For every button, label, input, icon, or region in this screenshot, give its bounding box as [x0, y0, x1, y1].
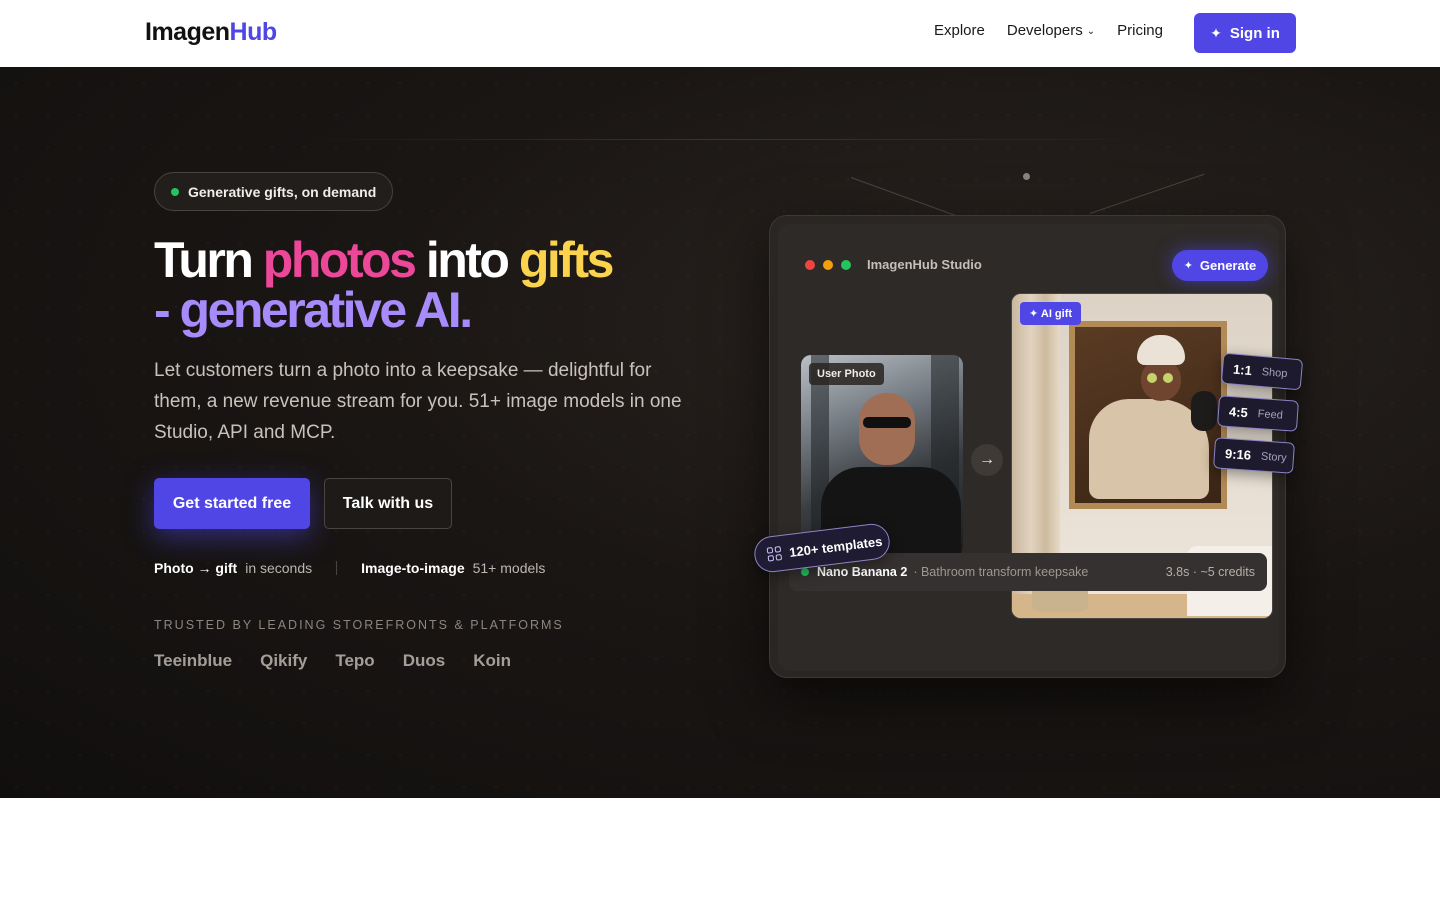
hero-badge: Generative gifts, on demand: [154, 172, 394, 211]
decor-dot: [1023, 173, 1030, 180]
generation-description: · Bathroom transform keepsake: [913, 565, 1089, 579]
brand-logo: Koin: [473, 651, 511, 670]
decor-line: [1089, 173, 1205, 214]
window-controls: [805, 260, 859, 270]
hero-subtitle: Let customers turn a photo into a keepsa…: [154, 360, 682, 443]
image-detail: [1147, 373, 1157, 383]
headline-word-gifts: gifts: [518, 232, 615, 288]
stat-detail: 51+ models: [472, 560, 546, 576]
generation-meta: 3.8s · ~5 credits: [1165, 565, 1255, 579]
image-detail: [1191, 391, 1217, 431]
stat-divider: [336, 561, 338, 575]
studio-title: ImagenHub Studio: [867, 257, 982, 272]
sign-in-label: Sign in: [1229, 24, 1280, 42]
headline-word: into: [425, 232, 510, 288]
studio-window: ImagenHub Studio ✦ Generate User Photo →: [769, 215, 1286, 678]
sign-in-button[interactable]: ✦ Sign in: [1194, 13, 1296, 53]
top-nav: ImagenHub Explore Developers ⌄ Pricing ✦ …: [0, 0, 1440, 67]
ratio-value: 1:1: [1232, 361, 1253, 379]
generate-label: Generate: [1199, 258, 1257, 273]
ratio-value: 4:5: [1228, 403, 1249, 421]
generate-button[interactable]: ✦ Generate: [1172, 250, 1268, 281]
image-detail: [1163, 373, 1173, 383]
talk-with-us-button[interactable]: Talk with us: [324, 478, 452, 529]
maximize-dot-icon[interactable]: [841, 260, 851, 270]
ratio-value: 9:16: [1224, 445, 1252, 463]
close-dot-icon[interactable]: [805, 260, 815, 270]
model-name: Nano Banana 2: [817, 565, 908, 579]
ratio-label: Shop: [1261, 365, 1288, 380]
studio-panel: ImagenHub Studio ✦ Generate User Photo →: [778, 224, 1279, 671]
nav-link-developers[interactable]: Developers ⌄: [1007, 22, 1095, 39]
nav-link-pricing[interactable]: Pricing: [1117, 22, 1163, 39]
ai-gift-tag: ✦ AI gift: [1020, 302, 1082, 325]
headline-word: Turn: [154, 232, 254, 288]
ratio-label: Feed: [1257, 407, 1284, 422]
sparkle-icon: ✦: [1210, 24, 1222, 41]
headline-word-photos: photos: [262, 232, 417, 288]
status-dot: [171, 187, 179, 196]
status-dot: [801, 568, 809, 576]
chevron-down-icon: ⌄: [1086, 26, 1096, 37]
brand-list: Teeinblue Qikify Tepo Duos Koin: [154, 651, 539, 671]
hero-stats: Photo → gift in seconds Image-to-image 5…: [154, 560, 545, 576]
photo-detail: [863, 417, 911, 428]
logo-accent: Hub: [229, 18, 278, 46]
image-detail: [1069, 321, 1227, 509]
sparkle-icon: ✦: [1029, 308, 1039, 320]
logo[interactable]: ImagenHub: [145, 18, 277, 47]
photo-detail: [859, 393, 915, 465]
stat-label: Photo → gift: [154, 560, 238, 576]
minimize-dot-icon[interactable]: [823, 260, 833, 270]
trusted-heading: TRUSTED BY LEADING STOREFRONTS & PLATFOR…: [154, 618, 564, 632]
logo-main: Imagen: [145, 18, 230, 46]
ratio-label: Story: [1260, 450, 1288, 464]
nav-link-explore[interactable]: Explore: [934, 22, 985, 39]
nav-links: Explore Developers ⌄ Pricing: [934, 22, 1185, 39]
brand-logo: Tepo: [335, 651, 375, 670]
headline-line-2: - generative AI.: [154, 282, 473, 338]
arrow-right-icon: →: [971, 444, 1003, 476]
get-started-button[interactable]: Get started free: [154, 478, 310, 529]
brand-logo: Duos: [402, 651, 446, 670]
hero-badge-text: Generative gifts, on demand: [188, 183, 377, 200]
divider-line: [290, 139, 1160, 140]
decor-line: [850, 177, 965, 220]
ratio-option-4-5[interactable]: 4:5 Feed: [1217, 395, 1299, 432]
brand-logo: Qikify: [260, 651, 308, 670]
sparkle-icon: ✦: [1183, 260, 1193, 272]
hero-section: Generative gifts, on demand Turn photos …: [0, 67, 1440, 798]
templates-label: 120+ templates: [788, 533, 884, 560]
ratio-option-9-16[interactable]: 9:16 Story: [1213, 437, 1295, 474]
brand-logo: Teeinblue: [154, 651, 233, 670]
ai-gift-label: AI gift: [1040, 308, 1073, 320]
stat-detail: in seconds: [245, 560, 313, 576]
hero-headline: Turn photos into gifts - generative AI.: [154, 232, 615, 338]
nav-link-developers-label: Developers: [1006, 22, 1083, 39]
image-detail: [1137, 335, 1185, 365]
user-photo-label: User Photo: [809, 363, 884, 385]
grid-icon: [766, 546, 783, 562]
stat-label: Image-to-image: [361, 560, 465, 576]
